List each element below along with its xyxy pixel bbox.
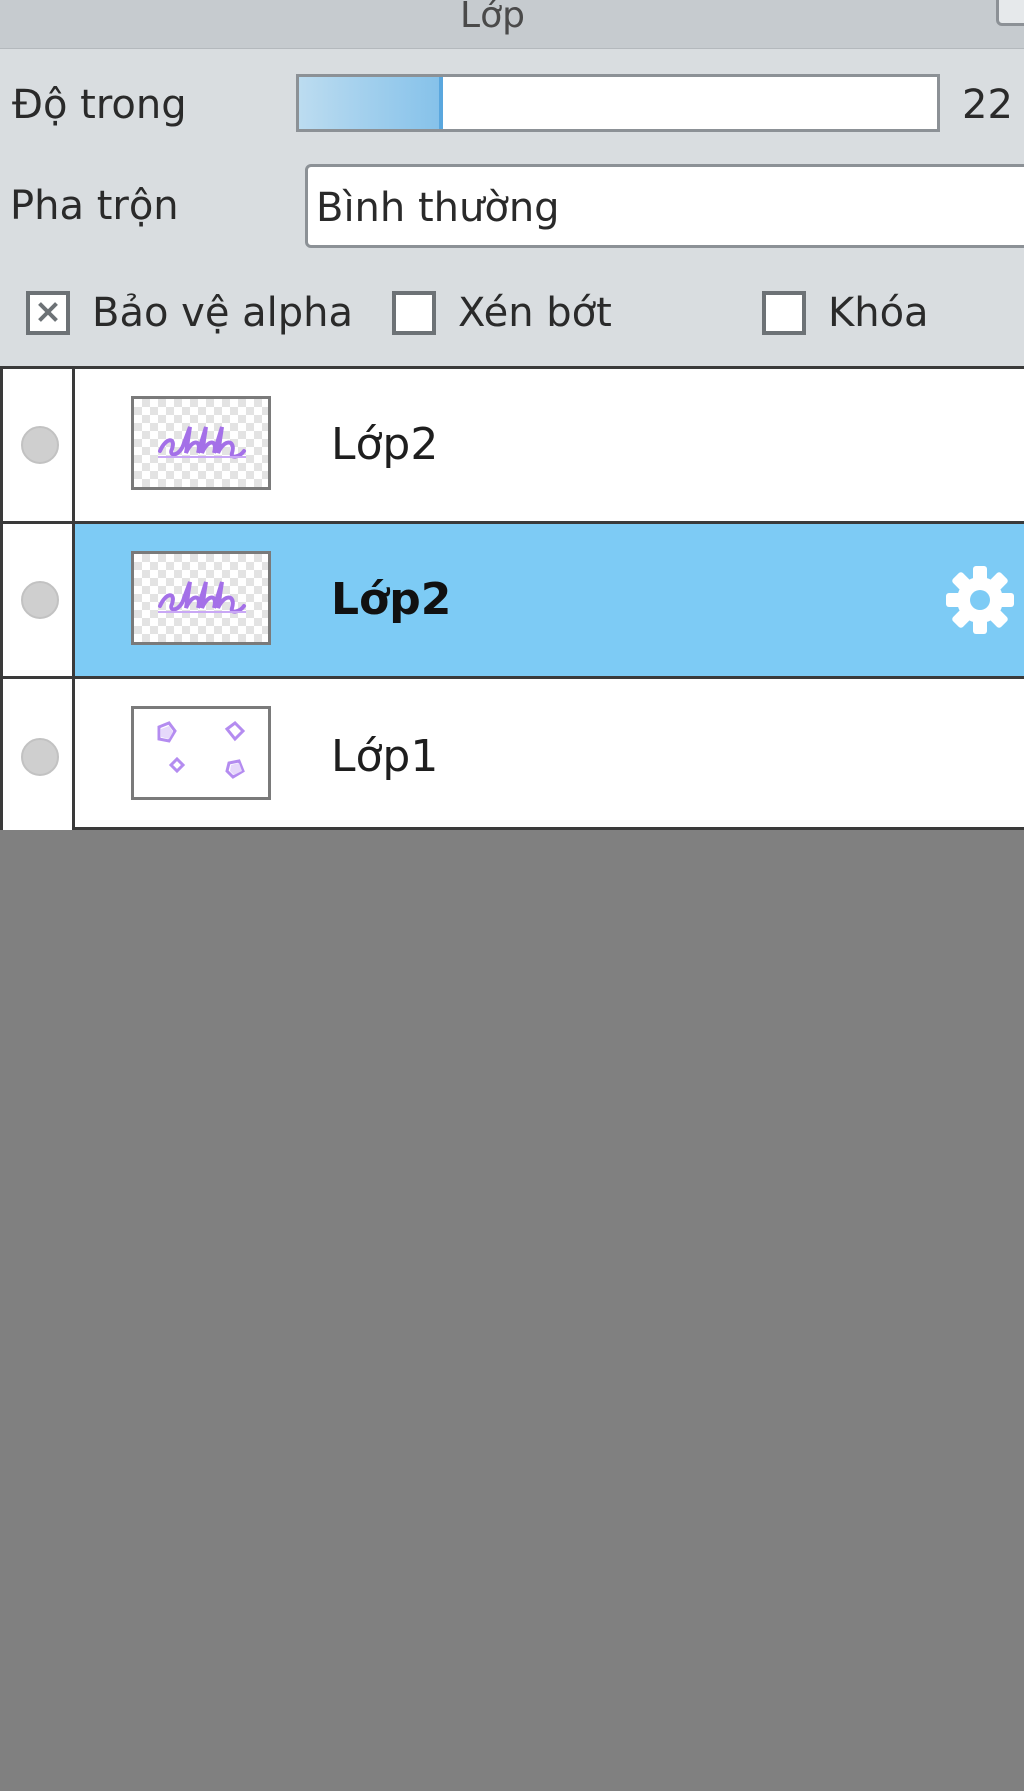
panel-options-button[interactable]: [996, 0, 1024, 26]
layer-name: Lớp2: [331, 419, 439, 470]
layer-visibility-toggle[interactable]: [0, 679, 75, 834]
lock-checkbox[interactable]: [762, 291, 806, 335]
gear-icon[interactable]: [944, 564, 1016, 636]
clipping-checkbox[interactable]: [392, 291, 436, 335]
layer-list-empty-area: [0, 830, 1024, 1791]
opacity-value: 22: [962, 82, 1013, 128]
layer-visibility-toggle[interactable]: [0, 369, 75, 521]
lock-option[interactable]: Khóa: [762, 288, 929, 338]
lock-label: Khóa: [828, 290, 929, 336]
panel-title-bar[interactable]: Lớp: [0, 0, 1024, 49]
blend-mode-value: Bình thường: [316, 185, 560, 231]
layer-row[interactable]: Lớp2: [0, 369, 1024, 524]
text-sketch-icon: [158, 581, 246, 614]
visibility-dot-icon: [21, 581, 59, 619]
visibility-dot-icon: [21, 426, 59, 464]
protect-alpha-label: Bảo vệ alpha: [92, 290, 354, 336]
layer-list: Lớp2 Lớp2 Lớp1: [0, 366, 1024, 834]
opacity-slider[interactable]: [296, 74, 940, 132]
layer-row[interactable]: Lớp1: [0, 679, 1024, 834]
blend-mode-label: Pha trộn: [10, 183, 179, 229]
layer-row-content[interactable]: Lớp2: [75, 369, 1024, 521]
layer-row-selected[interactable]: Lớp2: [0, 524, 1024, 679]
layer-row-content[interactable]: Lớp2: [75, 524, 1024, 676]
blend-mode-select[interactable]: Bình thường: [305, 164, 1024, 248]
visibility-dot-icon: [21, 737, 59, 776]
layer-thumbnail: [131, 396, 271, 490]
text-sketch-icon: [158, 426, 246, 459]
panel-title: Lớp: [460, 0, 525, 36]
layer-thumbnail: [131, 706, 271, 800]
clipping-label: Xén bớt: [458, 290, 612, 336]
opacity-slider-fill: [299, 77, 444, 129]
layer-thumbnail: [131, 551, 271, 645]
layer-row-content[interactable]: Lớp1: [75, 679, 1024, 834]
clipping-option[interactable]: Xén bớt: [392, 288, 612, 338]
protect-alpha-option[interactable]: Bảo vệ alpha: [26, 288, 353, 338]
layers-panel: Lớp Độ trong 22 Pha trộn Bình thường Bảo…: [0, 0, 1024, 834]
protect-alpha-checkbox[interactable]: [26, 291, 70, 335]
opacity-label: Độ trong: [12, 82, 187, 128]
layer-name: Lớp1: [331, 730, 439, 782]
layer-name: Lớp2: [331, 574, 452, 625]
layer-visibility-toggle[interactable]: [0, 524, 75, 676]
shapes-sketch-icon: [157, 721, 246, 779]
